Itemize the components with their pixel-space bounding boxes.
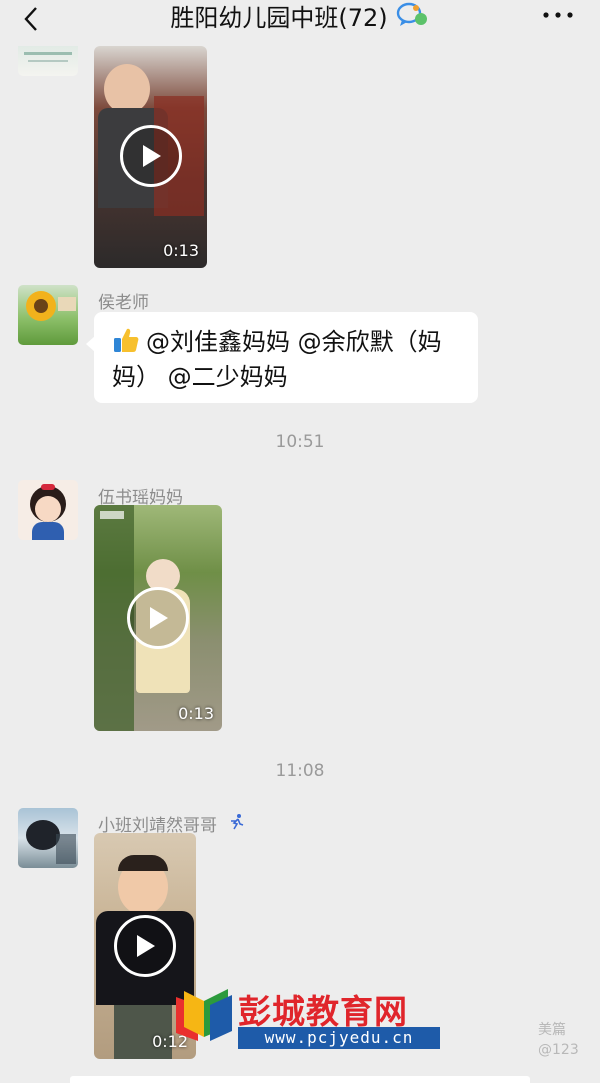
chat-title: 胜阳幼儿园中班(72) xyxy=(0,0,600,32)
play-button[interactable] xyxy=(120,125,182,187)
runner-badge-icon xyxy=(231,814,244,830)
more-dots-icon xyxy=(543,12,573,18)
video-duration: 0:13 xyxy=(163,241,199,260)
corner-watermark: 美篇 @123 xyxy=(538,1020,579,1060)
message-text: @刘佳鑫妈妈 @余欣默（妈妈） @二少妈妈 xyxy=(112,328,442,391)
avatar[interactable] xyxy=(18,808,78,868)
play-icon xyxy=(137,935,155,957)
input-bar-edge xyxy=(70,1076,530,1083)
group-chat-icon xyxy=(396,2,427,26)
timestamp: 10:51 xyxy=(275,432,325,452)
video-message[interactable]: 0:13 xyxy=(94,505,222,731)
play-icon xyxy=(143,145,161,167)
book-logo-icon xyxy=(176,989,232,1041)
site-url: www.pcjyedu.cn xyxy=(238,1027,440,1049)
avatar[interactable] xyxy=(18,480,78,540)
site-name: 彭城教育网 xyxy=(238,992,408,1031)
play-button[interactable] xyxy=(114,915,176,977)
avatar[interactable] xyxy=(18,285,78,345)
corner-label: 美篇 xyxy=(538,1022,566,1038)
chat-header: 胜阳幼儿园中班(72) xyxy=(0,0,600,46)
more-button[interactable] xyxy=(538,2,578,28)
video-duration: 0:13 xyxy=(178,704,214,723)
corner-id: @123 xyxy=(538,1042,579,1058)
timestamp: 11:08 xyxy=(275,761,325,781)
video-message[interactable]: 0:13 xyxy=(94,46,207,268)
message-bubble[interactable]: @刘佳鑫妈妈 @余欣默（妈妈） @二少妈妈 xyxy=(86,312,478,403)
group-name: 胜阳幼儿园中班(72) xyxy=(170,3,388,32)
site-watermark: 彭城教育网 www.pcjyedu.cn xyxy=(170,985,442,1049)
play-icon xyxy=(150,607,168,629)
play-button[interactable] xyxy=(127,587,189,649)
sender-name: 侯老师 xyxy=(98,293,149,313)
thumbs-up-emoji xyxy=(114,328,139,352)
